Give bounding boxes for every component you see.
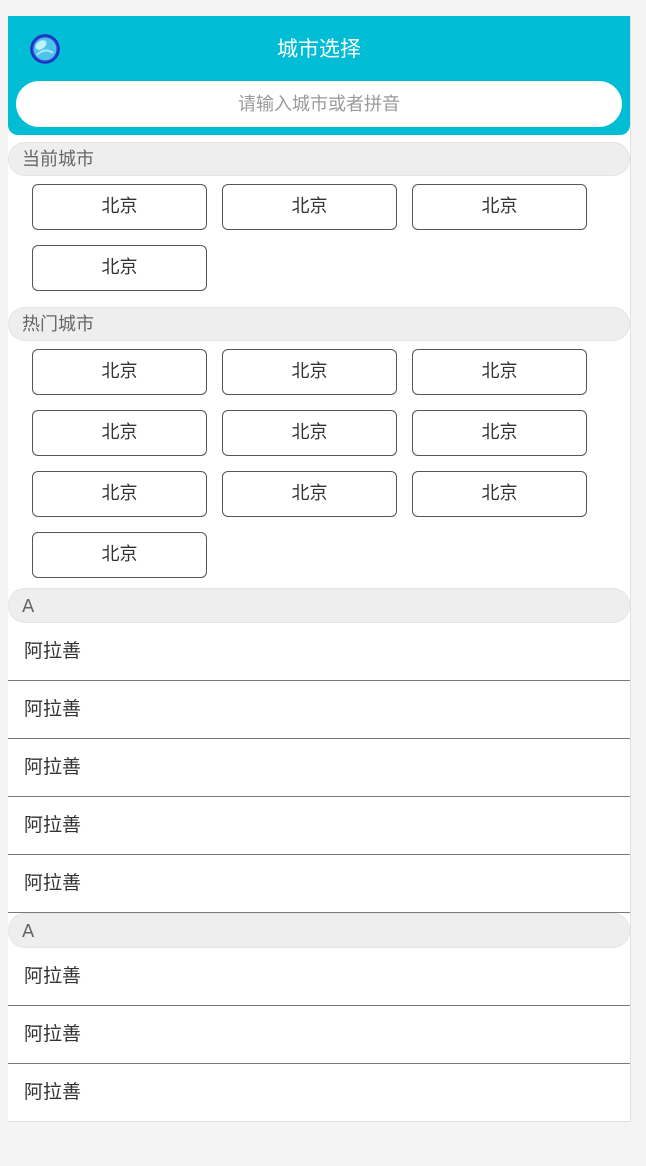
list-item[interactable]: 阿拉善 (8, 1006, 630, 1064)
list-item[interactable]: 阿拉善 (8, 948, 630, 1006)
city-button[interactable]: 北京 (32, 245, 207, 291)
list-item[interactable]: 阿拉善 (8, 623, 630, 681)
list-item[interactable]: 阿拉善 (8, 1064, 630, 1121)
city-button[interactable]: 北京 (32, 471, 207, 517)
city-button[interactable]: 北京 (32, 349, 207, 395)
city-button[interactable]: 北京 (412, 184, 587, 230)
city-button[interactable]: 北京 (412, 410, 587, 456)
section-header-hot-cities: 热门城市 (8, 307, 630, 341)
list-item[interactable]: 阿拉善 (8, 681, 630, 739)
city-button[interactable]: 北京 (222, 410, 397, 456)
title-bar: 城市选择 (8, 16, 630, 80)
city-picker-app: 城市选择 当前城市 北京北京北京北京 热门城市 北京北京北京北京北京北京北京北京… (8, 16, 631, 1122)
city-button[interactable]: 北京 (32, 532, 207, 578)
header: 城市选择 (8, 16, 630, 135)
city-list-group: 阿拉善 阿拉善 阿拉善 (8, 948, 630, 1121)
letter-header: A (8, 913, 630, 948)
city-list-group: 阿拉善 阿拉善 阿拉善 阿拉善 阿拉善 (8, 623, 630, 913)
city-button[interactable]: 北京 (412, 471, 587, 517)
section-header-current-city: 当前城市 (8, 142, 630, 176)
city-button[interactable]: 北京 (32, 184, 207, 230)
city-button[interactable]: 北京 (222, 349, 397, 395)
page-title: 城市选择 (277, 37, 361, 61)
city-button[interactable]: 北京 (412, 349, 587, 395)
city-button[interactable]: 北京 (32, 410, 207, 456)
city-button[interactable]: 北京 (222, 184, 397, 230)
list-item[interactable]: 阿拉善 (8, 739, 630, 797)
letter-header: A (8, 588, 630, 623)
current-city-grid: 北京 北京 北京北京 (8, 176, 630, 300)
hot-city-grid: 北京 北京 北京北京 北京 北京北京 北京 北京北京 (8, 341, 630, 588)
list-item[interactable]: 阿拉善 (8, 797, 630, 855)
list-item[interactable]: 阿拉善 (8, 855, 630, 913)
city-button[interactable]: 北京 (222, 471, 397, 517)
search-input[interactable] (16, 81, 622, 127)
